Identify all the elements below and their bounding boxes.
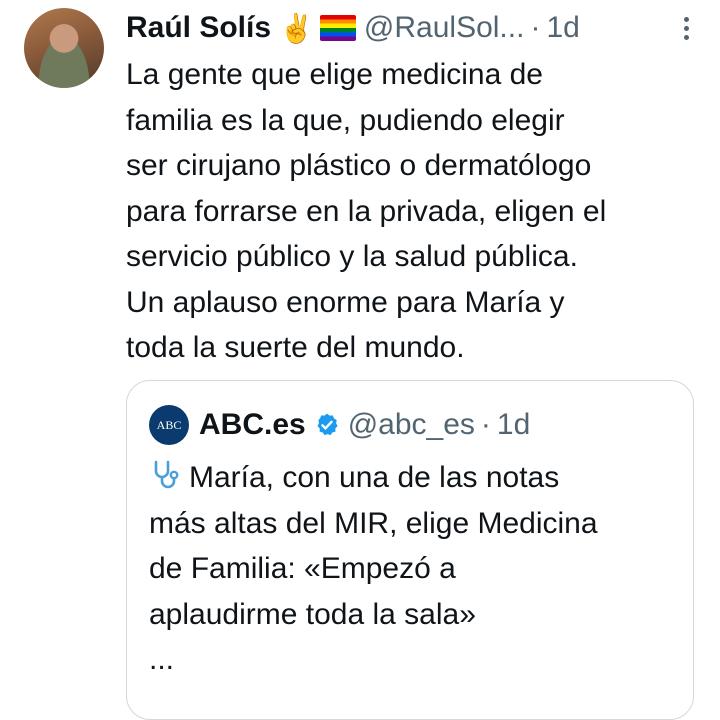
separator-dot: · (480, 408, 491, 441)
quoted-tweet-header: ABC ABC.es @abc_es · 1d (149, 405, 530, 445)
quoted-tweet-body: María, con una de las notas más altas de… (149, 455, 679, 683)
stethoscope-icon (154, 460, 179, 489)
quoted-tweet[interactable]: ABC ABC.es @abc_es · 1d María, con una d… (126, 380, 694, 720)
author-handle[interactable]: @RaulSol... (364, 11, 525, 45)
tweet-header: Raúl Solís ✌️ @RaulSol... · 1d (126, 8, 680, 48)
author-name[interactable]: Raúl Solís (126, 11, 271, 45)
more-options-icon[interactable] (672, 10, 700, 46)
victory-hand-icon: ✌️ (279, 12, 314, 44)
timestamp[interactable]: 1d (546, 11, 579, 45)
verified-badge-icon (317, 413, 338, 436)
abc-logo[interactable]: ABC (149, 405, 189, 445)
quoted-author-handle[interactable]: @abc_es (348, 408, 475, 442)
quoted-author-name[interactable]: ABC.es (199, 408, 306, 442)
tweet-text: La gente que elige medicina de familia e… (126, 58, 607, 364)
avatar[interactable] (24, 8, 104, 88)
quoted-timestamp[interactable]: 1d (497, 408, 530, 442)
rainbow-flag-icon (319, 15, 356, 41)
quoted-tweet-text: María, con una de las notas más altas de… (149, 461, 598, 676)
separator-dot: · (530, 11, 541, 44)
